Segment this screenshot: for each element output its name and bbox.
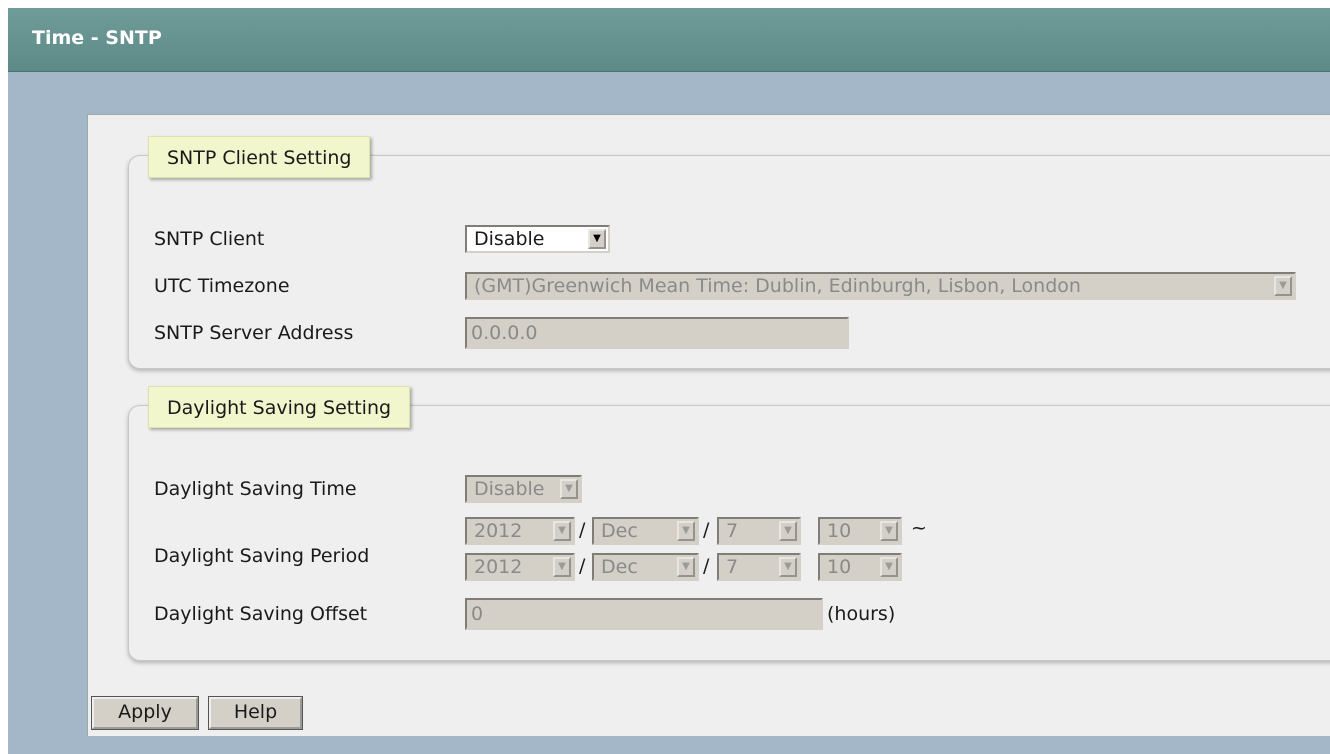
chevron-down-icon[interactable]: ▼ [880,557,898,577]
period-start-hour-select[interactable]: 10 ▼ [818,517,902,545]
date-separator: / [703,555,710,577]
utc-timezone-value: (GMT)Greenwich Mean Time: Dublin, Edinbu… [474,275,1081,297]
apply-button[interactable]: Apply [91,696,199,730]
sntp-client-label: SNTP Client [154,228,265,250]
chevron-down-icon[interactable]: ▼ [677,521,695,541]
page-title: Time - SNTP [32,27,162,49]
utc-timezone-select[interactable]: (GMT)Greenwich Mean Time: Dublin, Edinbu… [465,272,1296,300]
period-start-year-value: 2012 [474,520,523,542]
period-start-day-value: 7 [726,520,739,542]
range-separator: ~ [911,517,927,539]
chevron-down-icon[interactable]: ▼ [779,557,797,577]
date-separator: / [579,555,586,577]
content-panel: SNTP Client Setting SNTP Client Disable … [87,114,1330,736]
period-end-year-value: 2012 [474,556,523,578]
period-end-year-select[interactable]: 2012 ▼ [465,553,575,581]
offset-unit-label: (hours) [827,603,896,625]
chevron-down-icon[interactable]: ▼ [553,521,571,541]
period-end-day-select[interactable]: 7 ▼ [717,553,801,581]
utc-timezone-label: UTC Timezone [154,275,290,297]
period-start-year-select[interactable]: 2012 ▼ [465,517,575,545]
chevron-down-icon[interactable]: ▼ [677,557,695,577]
daylight-saving-time-value: Disable [474,478,545,500]
date-separator: / [579,519,586,541]
daylight-saving-time-select[interactable]: Disable ▼ [465,475,582,503]
sntp-client-setting-group: SNTP Client Setting SNTP Client Disable … [128,136,1330,369]
daylight-saving-setting-legend: Daylight Saving Setting [148,386,411,428]
period-start-hour-value: 10 [827,520,852,542]
chevron-down-icon[interactable]: ▼ [880,521,898,541]
sntp-server-address-input[interactable]: 0.0.0.0 [465,317,849,349]
title-bar: Time - SNTP [8,8,1330,72]
date-separator: / [703,519,710,541]
chevron-down-icon[interactable]: ▼ [588,229,606,249]
help-button[interactable]: Help [208,696,303,730]
period-start-day-select[interactable]: 7 ▼ [717,517,801,545]
daylight-saving-time-label: Daylight Saving Time [154,478,357,500]
sntp-server-address-label: SNTP Server Address [154,322,354,344]
period-end-month-select[interactable]: Dec ▼ [592,553,699,581]
page: Time - SNTP SNTP Client Setting SNTP Cli… [8,8,1330,754]
daylight-saving-period-label: Daylight Saving Period [154,545,370,567]
chevron-down-icon[interactable]: ▼ [560,479,578,499]
chevron-down-icon[interactable]: ▼ [1274,276,1292,296]
sntp-client-setting-legend: SNTP Client Setting [148,136,371,178]
daylight-saving-setting-group: Daylight Saving Setting Daylight Saving … [128,386,1330,661]
period-end-day-value: 7 [726,556,739,578]
daylight-saving-offset-input[interactable]: 0 [465,598,823,630]
period-end-hour-select[interactable]: 10 ▼ [818,553,902,581]
chevron-down-icon[interactable]: ▼ [779,521,797,541]
period-start-month-value: Dec [601,520,638,542]
period-start-month-select[interactable]: Dec ▼ [592,517,699,545]
chevron-down-icon[interactable]: ▼ [553,557,571,577]
daylight-saving-offset-label: Daylight Saving Offset [154,603,368,625]
period-end-month-value: Dec [601,556,638,578]
sntp-client-select[interactable]: Disable ▼ [465,225,610,253]
sntp-client-value: Disable [474,228,545,250]
period-end-hour-value: 10 [827,556,852,578]
